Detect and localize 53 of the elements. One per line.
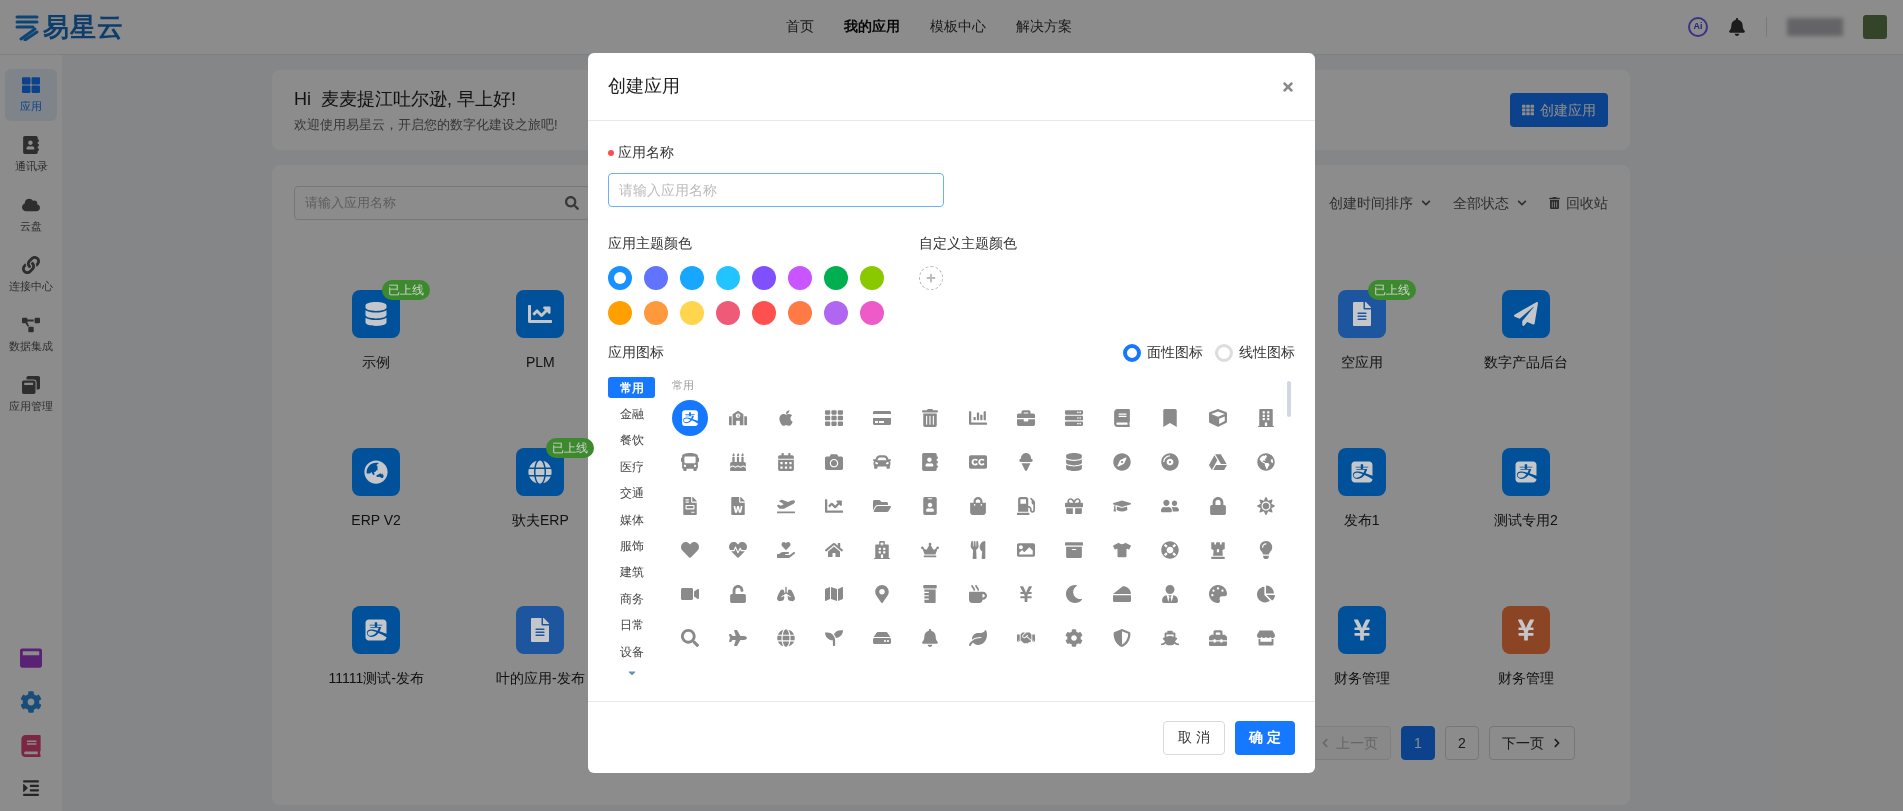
app-name-input[interactable]: 请输入应用名称 xyxy=(608,173,944,207)
section-label: 自定义主题颜色 xyxy=(919,235,1017,251)
app-name[interactable]: 示例 xyxy=(362,352,391,373)
category-tab[interactable]: 日常 xyxy=(608,614,655,636)
app-name[interactable]: PLM xyxy=(525,352,555,373)
app-name[interactable]: ERP V2 xyxy=(351,510,401,531)
section-label: 应用主题颜色 xyxy=(608,235,692,251)
cancel-button[interactable]: 取 消 xyxy=(1163,720,1226,755)
category-tab[interactable]: 常用 xyxy=(608,377,655,399)
page-button[interactable]: 1 xyxy=(1401,726,1435,760)
sort-dropdown[interactable]: 创建时间排序 xyxy=(1329,192,1431,214)
create-app-button[interactable]: 创建应用 xyxy=(1510,93,1608,127)
app-name[interactable]: 财务管理 xyxy=(1497,668,1554,689)
category-tab[interactable]: 餐饮 xyxy=(608,429,655,452)
next-page-button[interactable]: 下一页 xyxy=(1489,726,1575,760)
app-name[interactable]: 财务管理 xyxy=(1333,668,1390,689)
greeting: Hi 麦麦提江吐尔逊, 早上好! xyxy=(294,87,517,111)
section-label: 应用图标 xyxy=(608,343,664,362)
app-name[interactable]: 测试专用2 xyxy=(1493,510,1558,531)
recycle-bin-link[interactable]: 回收站 xyxy=(1549,192,1608,214)
app-name[interactable]: 数字产品后台 xyxy=(1483,352,1568,373)
category-tab[interactable]: 商务 xyxy=(608,588,655,610)
confirm-button[interactable]: 确 定 xyxy=(1235,720,1295,755)
category-tab[interactable]: 服饰 xyxy=(608,535,655,557)
category-tab[interactable]: 交通 xyxy=(608,482,655,504)
status-dropdown[interactable]: 全部状态 xyxy=(1453,192,1527,214)
app-name[interactable]: 驮夫ERP xyxy=(511,510,569,531)
sidebar-item[interactable]: 数据集成 xyxy=(5,309,57,361)
ai-button[interactable]: Ai xyxy=(1688,17,1708,37)
icon-style-radio[interactable]: 线性图标 xyxy=(1215,342,1295,363)
dialog-title: 创建应用 xyxy=(608,75,680,98)
app-name[interactable]: 叶的应用-发布 xyxy=(496,668,585,689)
sidebar-item[interactable]: 通讯录 xyxy=(5,129,57,181)
logo-text: 易星云 xyxy=(43,10,124,44)
app-name[interactable]: 11111测试-发布 xyxy=(328,668,424,689)
category-tab[interactable]: 金融 xyxy=(608,403,655,425)
category-tab[interactable]: 建筑 xyxy=(608,561,655,584)
app-name[interactable]: 发布1 xyxy=(1343,510,1380,531)
page-button[interactable]: 2 xyxy=(1445,726,1479,760)
sidebar-item[interactable]: 应用管理 xyxy=(5,369,57,421)
category-tab[interactable]: 医疗 xyxy=(608,456,655,478)
icon-section-title: 常用 xyxy=(671,378,695,393)
field-label: 应用名称 xyxy=(618,143,674,162)
app-name[interactable]: 空应用 xyxy=(1340,352,1383,373)
sidebar-item[interactable]: 云盘 xyxy=(5,189,57,241)
welcome-subtitle: 欢迎使用易星云，开启您的数字化建设之旅吧! xyxy=(294,115,558,134)
status-badge: 已上线 xyxy=(382,280,431,300)
status-badge: 已上线 xyxy=(1367,280,1416,300)
category-tab[interactable]: 媒体 xyxy=(608,508,655,531)
status-badge: 已上线 xyxy=(546,438,595,458)
category-tab[interactable]: 设备 xyxy=(608,640,655,663)
icon-style-radio[interactable]: 面性图标 xyxy=(1123,342,1203,363)
sidebar-item[interactable]: 连接中心 xyxy=(5,249,57,301)
